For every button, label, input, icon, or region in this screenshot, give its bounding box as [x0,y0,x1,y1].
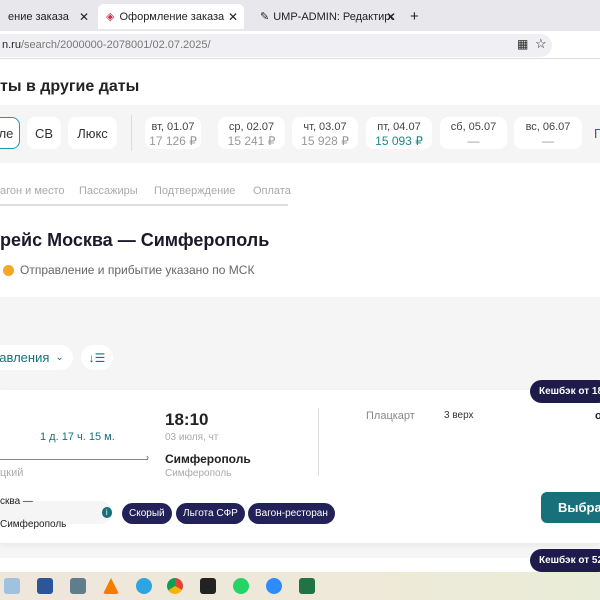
date-label: пт, 04.07 [377,121,421,133]
word-icon[interactable] [37,578,53,594]
qr-code-icon[interactable]: ▦ [517,37,528,51]
other-dates-title: ты в другие даты [0,78,140,95]
class-filter[interactable]: ле [0,117,20,149]
date-price: 17 126 ₽ [149,134,197,148]
class-filter-lux[interactable]: Люкс [68,117,117,149]
date-label: ср, 02.07 [228,121,275,133]
step-car-seat[interactable]: агон и место [0,185,65,197]
route-name: сква — Симферополь [0,495,67,530]
class-filter-sv[interactable]: СВ [27,117,61,149]
close-icon[interactable]: ✕ [79,10,89,24]
site-icon: ✎ [260,11,270,23]
date-label: чт, 03.07 [303,121,347,133]
date-label: сб, 05.07 [450,121,497,133]
new-tab-button[interactable]: + [402,4,427,29]
date-chip[interactable]: пт, 04.07 15 093 ₽ [366,117,432,149]
sort-button[interactable]: ↓☰ [81,345,113,370]
timezone-note: Отправление и прибытие указано по МСК [3,263,254,277]
divider [318,408,319,476]
vlc-icon[interactable] [103,578,119,594]
terminal-icon[interactable] [200,578,216,594]
address-bar: n.ru/search/2000000-2078001/02.07.2025/ … [0,31,600,59]
clock-icon [3,264,14,276]
browser-tab-bar: ение заказа ✕ ◈ Оформление заказа ✕ ✎ UMP-AD… [0,0,600,31]
cashback-badge: Кешбэк от 52 [530,549,600,572]
trip-duration: 1 д. 17 ч. 15 м. [40,431,115,443]
browser-tab[interactable]: ение заказа ✕ [0,4,95,29]
arrival-time: 18:10 [165,410,209,429]
arrival-station: Симферополь [165,468,232,479]
tab-title: ение заказа [8,10,69,23]
tag-dining-car: Вагон-ресторан [248,503,335,524]
date-chip[interactable]: вт, 01.07 17 126 ₽ [145,117,201,149]
page-title: рейс Москва — Симферополь [0,230,270,250]
site-logo-icon: ◈ [106,11,115,23]
direction-filter-dropdown[interactable]: авления ⌄ [0,345,73,370]
date-chip[interactable]: сб, 05.07— [440,117,507,149]
date-selector: ле СВ Люкс вт, 01.07 17 126 ₽ ср, 02.07 15… [0,105,600,163]
divider [131,115,132,151]
date-label: вс, 06.07 [525,121,571,133]
date-chip[interactable]: ср, 02.07 15 241 ₽ [218,117,285,149]
car-type: Плацкарт [366,410,415,422]
departure-station: цкий [0,467,24,479]
bookmark-star-icon[interactable]: ☆ [535,36,547,52]
date-chip[interactable]: чт, 03.07 15 928 ₽ [292,117,358,149]
zoom-icon[interactable] [266,578,282,594]
tag-fast: Скорый [122,503,172,524]
arrival-date: 03 июля, чт [165,432,219,443]
notepad-icon[interactable] [4,578,20,594]
step-confirmation: Подтверждение [154,185,236,197]
cashback-badge: Кешбэк от 18 [530,380,600,403]
taskbar [0,572,600,600]
browser-tab-active[interactable]: ◈ Оформление заказа ✕ [98,4,244,29]
arrival-city: Симферополь [165,452,251,466]
seat-type: 3 верх [444,410,474,421]
filter-label: авления [0,350,50,365]
url-path: /search/2000000-2078001/02.07.2025/ [20,39,211,51]
select-button[interactable]: Выбрат [541,492,600,523]
telegram-icon[interactable] [136,578,152,594]
next-train-card [0,558,600,572]
date-price: — [542,134,554,148]
price: о [595,410,600,422]
url-input[interactable]: n.ru/search/2000000-2078001/02.07.2025/ [0,34,552,57]
info-icon[interactable]: i [101,507,112,518]
step-payment: Оплата [253,185,291,197]
browser-tab[interactable]: ✎UMP-ADMIN: Редактирование✕ [252,4,402,29]
sort-icon: ↓☰ [88,350,106,365]
steps-progress-line [0,204,288,206]
tab-title: UMP-ADMIN: Редактирование [273,10,394,23]
arrow-right-icon: › [146,452,149,462]
note-text: Отправление и прибытие указано по МСК [20,263,255,277]
date-price: 15 241 ₽ [227,134,276,148]
tab-title: Оформление заказа [119,10,225,23]
chevron-down-icon: ⌄ [55,352,64,363]
tag-sfr-benefit: Льгота СФР [176,503,245,524]
date-price: — [467,134,480,148]
route-arrow-line [0,459,148,460]
date-price: 15 928 ₽ [301,134,349,148]
chrome-icon[interactable] [167,578,183,594]
step-passengers: Пассажиры [79,185,138,197]
close-icon[interactable]: ✕ [228,10,238,24]
close-icon[interactable]: ✕ [386,10,396,24]
date-price: 15 093 ₽ [375,134,423,148]
excel-icon[interactable] [299,578,315,594]
more-dates-link[interactable]: П [594,126,600,141]
route-info[interactable]: сква — Симферополь i [0,496,112,530]
date-label: вт, 01.07 [151,121,195,133]
url-host: n.ru [2,39,21,51]
whatsapp-icon[interactable] [233,578,249,594]
calculator-icon[interactable] [70,578,86,594]
date-chip[interactable]: вс, 06.07— [514,117,582,149]
